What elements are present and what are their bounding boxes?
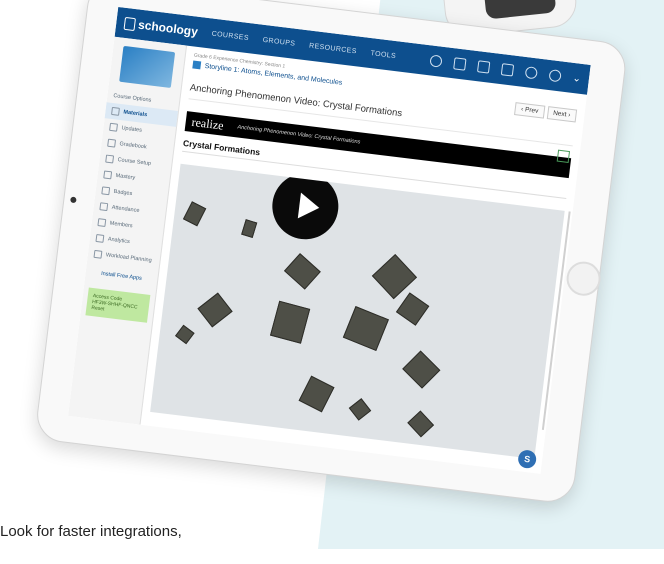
nav-groups[interactable]: GROUPS — [262, 36, 295, 47]
setup-icon — [105, 154, 115, 164]
crystal-shape — [283, 253, 321, 290]
play-button[interactable] — [268, 169, 343, 244]
crystal-shape — [298, 375, 335, 413]
avatar-icon[interactable] — [548, 68, 562, 83]
realize-logo: realize — [191, 114, 225, 133]
tablet-device: schoology COURSES GROUPS RESOURCES TOOLS… — [7, 0, 658, 564]
schoology-logo[interactable]: schoology — [123, 16, 199, 39]
materials-icon — [111, 106, 120, 116]
crystal-shape — [395, 292, 430, 326]
folder-icon — [192, 60, 202, 70]
chevron-down-icon[interactable]: ⌄ — [572, 72, 582, 84]
members-icon — [97, 218, 107, 228]
gradebook-icon — [107, 138, 117, 148]
next-button[interactable]: Next › — [546, 106, 578, 123]
prev-button[interactable]: ‹ Prev — [514, 102, 546, 119]
pager: ‹ Prev Next › — [514, 102, 578, 123]
crystal-shape — [241, 219, 258, 238]
grid-icon[interactable] — [452, 57, 467, 71]
search-icon[interactable] — [428, 54, 443, 68]
bell-icon[interactable] — [524, 66, 538, 80]
nav-resources[interactable]: RESOURCES — [309, 42, 357, 55]
mastery-icon — [103, 170, 113, 180]
nav-courses[interactable]: COURSES — [211, 30, 249, 42]
logo-mark-icon — [123, 16, 137, 31]
crystal-shape — [269, 300, 311, 344]
workload-icon — [93, 249, 103, 259]
crystal-shape — [342, 306, 389, 352]
crystal-shape — [197, 292, 233, 328]
tablet-screen: schoology COURSES GROUPS RESOURCES TOOLS… — [68, 6, 591, 474]
play-icon — [297, 192, 321, 221]
expand-icon[interactable] — [556, 149, 571, 163]
analytics-icon — [95, 233, 105, 243]
attendance-icon — [99, 202, 109, 212]
badges-icon — [101, 186, 111, 196]
crystal-shape — [175, 324, 195, 345]
updates-icon — [109, 122, 118, 132]
realize-subtitle: Anchoring Phenomenon Video: Crystal Form… — [237, 124, 361, 146]
main-content: Grade 6 Experience Chemistry: Section 1 … — [140, 46, 587, 474]
calendar-icon[interactable] — [476, 60, 490, 74]
crystal-shape — [402, 350, 441, 389]
crystal-shape — [182, 201, 207, 227]
video-player[interactable] — [150, 163, 565, 460]
camera-icon — [70, 196, 77, 204]
course-cover-image — [119, 45, 176, 88]
access-code-box: Access Code HF3W-SHHF-QNCC Reset — [85, 287, 151, 323]
crystal-shape — [407, 410, 435, 438]
caption-text: Look for faster integrations, — [0, 523, 182, 540]
home-button[interactable] — [564, 259, 603, 298]
crystal-shape — [348, 398, 372, 421]
mail-icon[interactable] — [500, 63, 514, 77]
nav-tools[interactable]: TOOLS — [370, 50, 396, 60]
